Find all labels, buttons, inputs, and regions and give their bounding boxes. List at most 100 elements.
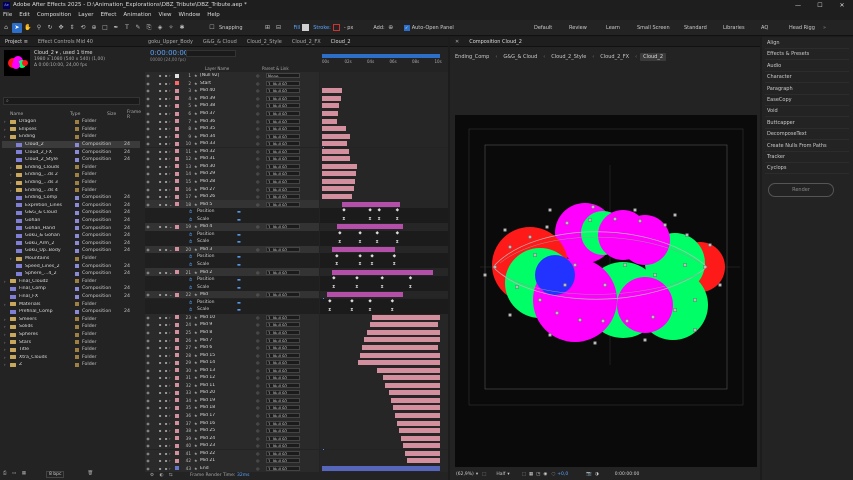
parent-select[interactable]: 1. Null 92 — [266, 186, 300, 192]
right-panel-item[interactable]: Audio — [765, 61, 849, 72]
layer-handle-icon[interactable] — [643, 338, 647, 342]
project-item[interactable]: Goku_Up..Body Composition 24 — [2, 247, 140, 255]
project-item[interactable]: Speed_Lines_2 Composition 24 — [2, 262, 140, 270]
timeline-tab[interactable]: Cloud_2_FX — [287, 39, 326, 45]
disclosure-triangle-icon[interactable]: › — [4, 317, 8, 322]
layer-duration-bar[interactable] — [370, 322, 438, 328]
menu-effect[interactable]: Effect — [101, 12, 117, 18]
keyframe-icon[interactable]: ◆ — [368, 299, 371, 304]
pickwhip-icon[interactable]: ◎ — [256, 103, 266, 108]
timeline-tab[interactable]: G&G_& Cloud — [198, 39, 242, 45]
layer-row[interactable]: ◉ ▪ ▪ › 43 ★ End ◎ 1. Null 92 — [145, 464, 319, 473]
layer-handle-icon[interactable] — [493, 265, 497, 269]
property-row[interactable]: ⏱ Position ▬ — [145, 253, 319, 261]
keyframe-icon[interactable]: ◆ — [332, 276, 335, 281]
brush-tool-icon[interactable]: ✎ — [133, 23, 143, 33]
pickwhip-icon[interactable]: ◎ — [256, 338, 266, 343]
parent-select[interactable]: 1. Null 92 — [266, 80, 300, 86]
eye-icon[interactable]: ◉ — [145, 322, 151, 327]
zoom-tool-icon[interactable]: ⚲ — [34, 23, 44, 33]
eye-icon[interactable]: ◉ — [145, 330, 151, 335]
pickwhip-icon[interactable]: ◎ — [256, 156, 266, 161]
project-item[interactable]: › Spheres Folder — [2, 331, 140, 339]
pickwhip-icon[interactable]: ◎ — [256, 270, 266, 275]
layer-duration-bar[interactable] — [322, 141, 348, 147]
parent-select[interactable]: 1. Null 92 — [266, 382, 300, 388]
keyframe-icon[interactable]: ⧗ — [355, 284, 358, 290]
comp-lock-icon[interactable]: ✕ — [450, 39, 464, 45]
label-color[interactable] — [175, 111, 179, 116]
disclosure-triangle-icon[interactable]: › — [4, 362, 8, 367]
layer-handle-icon[interactable] — [483, 273, 487, 277]
pickwhip-icon[interactable]: ◎ — [256, 224, 266, 229]
layer-row[interactable]: ◉ ▪ ▪ › 37 ★ Mid 16 ◎ 1. Null 92 — [145, 419, 319, 427]
project-item[interactable]: › Stars Folder — [2, 338, 140, 346]
eye-icon[interactable]: ◉ — [145, 179, 151, 184]
col-size[interactable]: Size — [107, 112, 116, 117]
label-color[interactable] — [175, 428, 179, 433]
project-item[interactable]: › Z Folder — [2, 361, 140, 369]
label-color[interactable] — [75, 210, 79, 215]
right-panel-item[interactable]: Buttcapper — [765, 118, 849, 129]
workspace-aq[interactable]: AQ — [761, 20, 768, 36]
layer-duration-bar[interactable] — [396, 420, 440, 426]
zoom-level[interactable]: (62,9%) — [456, 472, 474, 477]
label-color[interactable] — [75, 264, 79, 269]
layer-duration-bar[interactable] — [402, 443, 440, 449]
pickwhip-icon[interactable]: ◎ — [256, 322, 266, 327]
project-item[interactable]: › Smeers Folder — [2, 316, 140, 324]
property-row[interactable]: ⏱ Scale ▬ — [145, 238, 319, 246]
stroke-swatch-icon[interactable] — [332, 24, 340, 31]
layer-track[interactable] — [320, 117, 448, 125]
pickwhip-icon[interactable]: ◎ — [256, 451, 266, 456]
keyframe-icon[interactable]: ◆ — [377, 208, 380, 213]
label-color[interactable] — [175, 73, 179, 78]
right-panel-item[interactable]: Cyclops — [765, 163, 849, 175]
layer-handle-icon[interactable] — [548, 333, 552, 337]
layer-row[interactable]: ◉ ▪ ▪ › 10 ★ Mid 33 ◎ 1. Null 92 — [145, 139, 319, 148]
label-color[interactable] — [175, 443, 179, 448]
minimize-button[interactable]: — — [787, 0, 809, 10]
layer-handle-icon[interactable] — [623, 263, 627, 267]
label-color[interactable] — [175, 292, 179, 297]
layer-row[interactable]: ◉ ▪ ▪ › 17 ★ Mid 26 ◎ 1. Null 92 — [145, 192, 319, 201]
label-color[interactable] — [75, 248, 79, 253]
project-item[interactable]: Goku_Arm_2 Composition 24 — [2, 240, 140, 248]
property-row[interactable]: ⏱ Scale ▬ — [145, 283, 319, 291]
layer-track[interactable] — [320, 109, 448, 118]
eye-icon[interactable]: ◉ — [145, 103, 151, 108]
layer-handle-icon[interactable] — [565, 221, 569, 225]
layer-duration-bar[interactable] — [322, 118, 338, 124]
parent-select[interactable]: 1. Null 92 — [266, 246, 300, 252]
eye-icon[interactable]: ◉ — [145, 360, 151, 365]
label-color[interactable] — [175, 338, 179, 343]
eye-icon[interactable]: ◉ — [145, 164, 151, 169]
col-parent-link[interactable]: Parent & Link — [262, 66, 289, 71]
project-item[interactable]: › Final_Cloudz Folder — [2, 278, 140, 286]
layer-handle-icon[interactable] — [708, 243, 712, 247]
stopwatch-icon[interactable]: ⏱ — [189, 239, 197, 244]
keyframe-icon[interactable]: ⧗ — [370, 261, 373, 267]
label-color[interactable] — [75, 256, 79, 261]
layer-handle-icon[interactable] — [545, 225, 549, 229]
bit-depth-button[interactable]: 8 bpc — [46, 471, 65, 478]
zoom-dropdown-icon[interactable]: ▾ — [476, 472, 478, 477]
layer-handle-icon[interactable] — [685, 233, 689, 237]
parent-select[interactable]: 1. Null 92 — [266, 201, 300, 207]
layer-row[interactable]: ◉ ▪ ▪ › 29 ★ Mid 14 ◎ 1. Null 92 — [145, 358, 319, 367]
disclosure-triangle-icon[interactable]: › — [4, 134, 8, 139]
disclosure-triangle-icon[interactable]: › — [10, 188, 14, 193]
layer-duration-bar[interactable] — [322, 171, 357, 177]
label-color[interactable] — [75, 241, 79, 246]
right-panel-item[interactable]: Void — [765, 106, 849, 118]
project-item[interactable]: Cloud_2 Composition 24 — [2, 140, 140, 149]
eye-icon[interactable]: ◉ — [145, 111, 151, 116]
layer-track[interactable] — [320, 72, 448, 80]
layer-row[interactable]: ◉ ▪ ▪ ⌄ 19 ★ Mid 4 ◎ 1. Null 92 — [145, 223, 319, 231]
property-row[interactable]: ⏱ Position ▬ — [145, 275, 319, 284]
label-color[interactable] — [75, 324, 79, 329]
layer-duration-bar[interactable] — [372, 314, 440, 320]
project-item[interactable]: › Materials Folder — [2, 300, 140, 308]
keyframe-icon[interactable]: ⧗ — [377, 216, 380, 222]
auto-open-label[interactable]: Auto-Open Panel — [412, 25, 454, 31]
